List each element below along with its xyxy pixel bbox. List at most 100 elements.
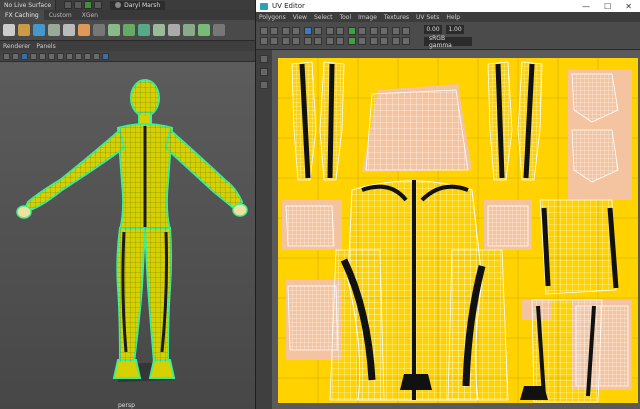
checker-icon[interactable] [358, 26, 366, 35]
ratio-icon[interactable] [402, 36, 410, 45]
shaded-uv-icon[interactable] [348, 36, 356, 45]
dim-image-icon[interactable] [392, 36, 400, 45]
plane-icon[interactable] [63, 24, 75, 36]
append-icon[interactable] [138, 24, 150, 36]
rotate-ccw-icon[interactable] [282, 36, 290, 45]
shelf-tab-fx-caching[interactable]: FX Caching [0, 10, 44, 20]
unfold-icon[interactable] [304, 36, 312, 45]
menu-polygons[interactable]: Polygons [259, 14, 286, 21]
align-right-icon[interactable] [336, 26, 344, 35]
flip-v-icon[interactable] [292, 26, 300, 35]
menu-help[interactable]: Help [446, 14, 460, 21]
filter-icon[interactable] [370, 36, 378, 45]
camera-icon[interactable] [3, 52, 10, 60]
sew-icon[interactable] [314, 26, 322, 35]
texture-display-icon[interactable] [348, 26, 356, 35]
user-account-button[interactable]: Daryl Marsh [110, 0, 166, 10]
character-model [16, 79, 248, 382]
perspective-viewport[interactable]: persp [0, 62, 255, 409]
xray-icon[interactable] [75, 52, 82, 60]
triangulate-icon[interactable] [213, 24, 225, 36]
align-top-icon[interactable] [326, 36, 334, 45]
torus-icon[interactable] [78, 24, 90, 36]
align-tools [326, 26, 344, 45]
cursor-icon[interactable] [3, 24, 15, 36]
safe-area-icon[interactable] [93, 52, 100, 60]
separate-icon[interactable] [168, 24, 180, 36]
menu-image[interactable]: Image [358, 14, 377, 21]
close-icon[interactable]: ✕ [625, 2, 632, 11]
move-icon[interactable] [260, 68, 268, 76]
select-edge-icon[interactable] [260, 36, 268, 45]
rotate-cw-icon[interactable] [292, 36, 300, 45]
shadows-icon[interactable] [57, 52, 64, 60]
isolate-icon[interactable] [66, 52, 73, 60]
rgb-icon[interactable] [392, 26, 400, 35]
uv-layout [278, 58, 638, 403]
layout-icon[interactable] [314, 36, 322, 45]
menu-textures[interactable]: Textures [384, 14, 409, 21]
maya-main-window: No Live Surface Daryl Marsh FX Caching C… [0, 0, 255, 409]
panel-menu-bar: Renderer Panels [0, 41, 255, 51]
distortion-icon[interactable] [358, 36, 366, 45]
uv-canvas[interactable] [272, 50, 640, 409]
textured-icon[interactable] [39, 52, 46, 60]
grid-toggle-icon[interactable] [370, 26, 378, 35]
snap-point-icon[interactable] [84, 1, 93, 9]
menu-view[interactable]: View [293, 14, 307, 21]
user-name: Daryl Marsh [124, 1, 161, 9]
shaded-icon[interactable] [30, 52, 37, 60]
select-shell-icon[interactable] [270, 36, 278, 45]
aa-icon[interactable] [102, 52, 109, 60]
grid-tools [370, 26, 388, 45]
flip-u-icon[interactable] [282, 26, 290, 35]
snap-curve-icon[interactable] [74, 1, 83, 9]
bridge-icon[interactable] [123, 24, 135, 36]
pixel-snap-icon[interactable] [380, 26, 388, 35]
shelf-tab-xgen[interactable]: XGen [77, 10, 103, 20]
align-bottom-icon[interactable] [336, 36, 344, 45]
select-face-icon[interactable] [270, 26, 278, 35]
display-tools [348, 26, 366, 45]
align-left-icon[interactable] [326, 26, 334, 35]
menu-tool[interactable]: Tool [339, 14, 351, 21]
cut-icon[interactable] [304, 26, 312, 35]
menu-uv-sets[interactable]: UV Sets [416, 14, 439, 21]
scale-icon[interactable] [260, 81, 268, 89]
pin-icon[interactable] [260, 55, 268, 63]
lights-icon[interactable] [48, 52, 55, 60]
bevel-icon[interactable] [108, 24, 120, 36]
menu-panels[interactable]: Panels [36, 43, 55, 50]
cube-icon[interactable] [33, 24, 45, 36]
resolution-gate-icon[interactable] [84, 52, 91, 60]
camera-label: persp [118, 402, 135, 409]
render-icon[interactable] [94, 1, 103, 9]
snap-grid-icon[interactable] [64, 1, 73, 9]
grid-icon[interactable] [12, 52, 19, 60]
combine-icon[interactable] [153, 24, 165, 36]
menu-select[interactable]: Select [314, 14, 333, 21]
uv-editor-titlebar[interactable]: UV Editor — ☐ ✕ [256, 0, 640, 12]
extrude-icon[interactable] [93, 24, 105, 36]
smooth-icon[interactable] [198, 24, 210, 36]
alpha-icon[interactable] [402, 26, 410, 35]
shelf-tab-custom[interactable]: Custom [44, 10, 77, 20]
channel-tools [392, 26, 410, 45]
wireframe-icon[interactable] [21, 52, 28, 60]
live-surface-field[interactable]: No Live Surface [0, 0, 57, 10]
cylinder-icon[interactable] [48, 24, 60, 36]
image-range-icon[interactable] [380, 36, 388, 45]
gamma-field[interactable]: 1.00 [446, 25, 464, 34]
color-space-dropdown[interactable]: sRGB gamma [424, 35, 472, 49]
mirror-icon[interactable] [183, 24, 195, 36]
exposure-field[interactable]: 0.00 [424, 25, 442, 34]
window-controls: — ☐ ✕ [582, 2, 640, 11]
menu-renderer[interactable]: Renderer [3, 43, 30, 50]
window-title: UV Editor [272, 2, 305, 10]
cut-sew-tools [304, 26, 322, 45]
select-uv-icon[interactable] [260, 26, 268, 35]
sphere-icon[interactable] [18, 24, 30, 36]
maximize-icon[interactable]: ☐ [604, 2, 611, 11]
minimize-icon[interactable]: — [582, 2, 590, 11]
flip-tools [282, 26, 300, 45]
